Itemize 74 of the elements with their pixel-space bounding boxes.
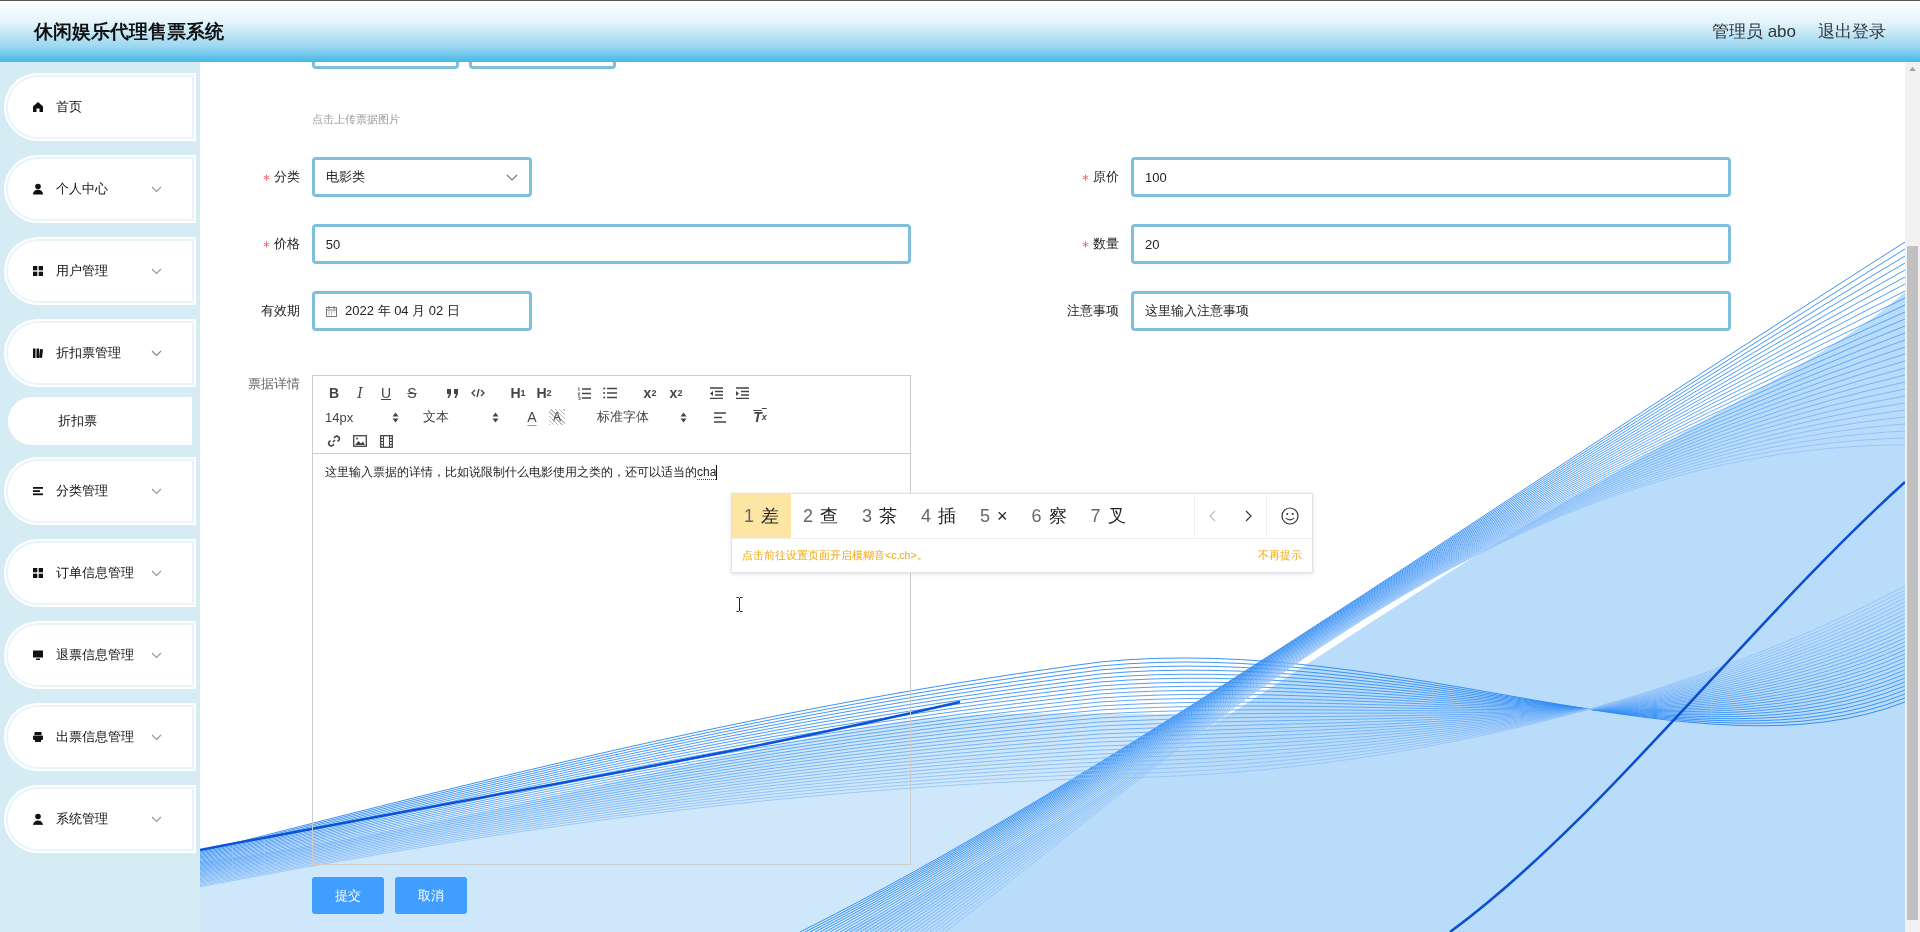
ime-candidate[interactable]: 2 查: [791, 494, 851, 538]
logout-link[interactable]: 退出登录: [1818, 20, 1886, 43]
form-label: 数量: [1093, 235, 1119, 253]
align-icon: [713, 411, 727, 423]
outdent-icon: [709, 387, 723, 399]
text-caret: [716, 465, 718, 480]
category-select[interactable]: 电影类: [312, 157, 532, 197]
font-family-select[interactable]: 标准字体: [593, 406, 693, 428]
ime-candidate[interactable]: 5 ×: [968, 494, 1020, 538]
user-icon: [32, 813, 44, 825]
person-icon: [32, 183, 44, 195]
font-size-select[interactable]: 14px: [321, 406, 405, 428]
block-format-select[interactable]: 文本: [419, 406, 505, 428]
ime-candidate[interactable]: 6 察: [1019, 494, 1079, 538]
calendar-icon: [326, 305, 337, 317]
up-down-arrows-icon: [492, 411, 499, 423]
ime-candidate[interactable]: 1 差: [732, 494, 791, 538]
books-icon: [32, 347, 44, 359]
ime-candidate[interactable]: 4 插: [909, 494, 969, 538]
previous-page-icon: [1209, 510, 1216, 522]
date-field[interactable]: 2022 年 04 月 02 日: [312, 291, 532, 331]
input-field[interactable]: 50: [311, 224, 911, 264]
next-page-icon: [1244, 510, 1252, 522]
app-title: 休闲娱乐代理售票系统: [34, 19, 224, 44]
user-name: 管理员 abo: [1711, 21, 1796, 43]
blockquote-icon: [445, 387, 459, 399]
form-label: 有效期: [261, 302, 300, 320]
bold-button[interactable]: B: [321, 382, 347, 404]
editor-content-area[interactable]: 这里输入票据的详情，比如说限制什么电影使用之类的，还可以适当的cha: [313, 454, 910, 490]
text-color-button[interactable]: A: [519, 406, 545, 428]
image-icon: [353, 435, 367, 447]
printer-icon: [32, 731, 44, 743]
input-field[interactable]: 20: [1131, 224, 1731, 264]
chevron-down-icon: [151, 267, 162, 275]
chevron-down-icon: [151, 815, 162, 823]
up-down-arrows-icon: [392, 411, 399, 423]
form-label: 价格: [273, 235, 300, 253]
form-label: 原价: [1093, 168, 1119, 186]
italic-button[interactable]: I: [347, 382, 373, 404]
sidebar-subitem[interactable]: 折扣票: [8, 397, 192, 445]
superscript-button[interactable]: x$^{2}$: [663, 382, 689, 404]
chevron-down-icon: [506, 173, 518, 181]
smiley-icon: [1280, 507, 1299, 525]
form-label: 分类: [274, 168, 300, 186]
chevron-down-icon: [151, 349, 162, 357]
form-label: 票据详情: [247, 375, 300, 393]
code-block-icon: [471, 388, 485, 398]
monitor-icon: [32, 649, 44, 661]
video-icon: [379, 434, 393, 448]
input-field[interactable]: 100: [1131, 157, 1731, 197]
grid-icon: [32, 567, 44, 579]
underline-button[interactable]: U: [373, 382, 399, 404]
scrollbar-thumb[interactable]: [1907, 246, 1918, 920]
up-down-arrows-icon: [680, 411, 687, 423]
background-color-button[interactable]: A: [549, 409, 565, 425]
chevron-down-icon: [151, 487, 162, 495]
ime-candidate[interactable]: 7 叉: [1078, 494, 1138, 538]
form-label: 注意事项: [1067, 302, 1119, 320]
list-icon: [32, 485, 44, 497]
strikethrough-button[interactable]: S: [399, 382, 425, 404]
chevron-down-icon: [151, 185, 162, 193]
indent-icon: [735, 387, 749, 399]
grid-icon: [32, 265, 44, 277]
text-cursor-icon: [736, 597, 743, 612]
home-icon: [32, 101, 44, 113]
chevron-down-icon: [151, 733, 162, 741]
chevron-down-icon: [151, 569, 162, 577]
ime-candidate[interactable]: 3 茶: [850, 494, 910, 538]
upload-hint: 点击上传票据图片: [312, 112, 400, 127]
link-icon: [327, 434, 341, 448]
chevron-down-icon: [151, 651, 162, 659]
ordered-list-icon: [577, 386, 591, 400]
input-field[interactable]: 这里输入注意事项: [1131, 291, 1731, 331]
bullet-list-icon: [603, 387, 617, 399]
